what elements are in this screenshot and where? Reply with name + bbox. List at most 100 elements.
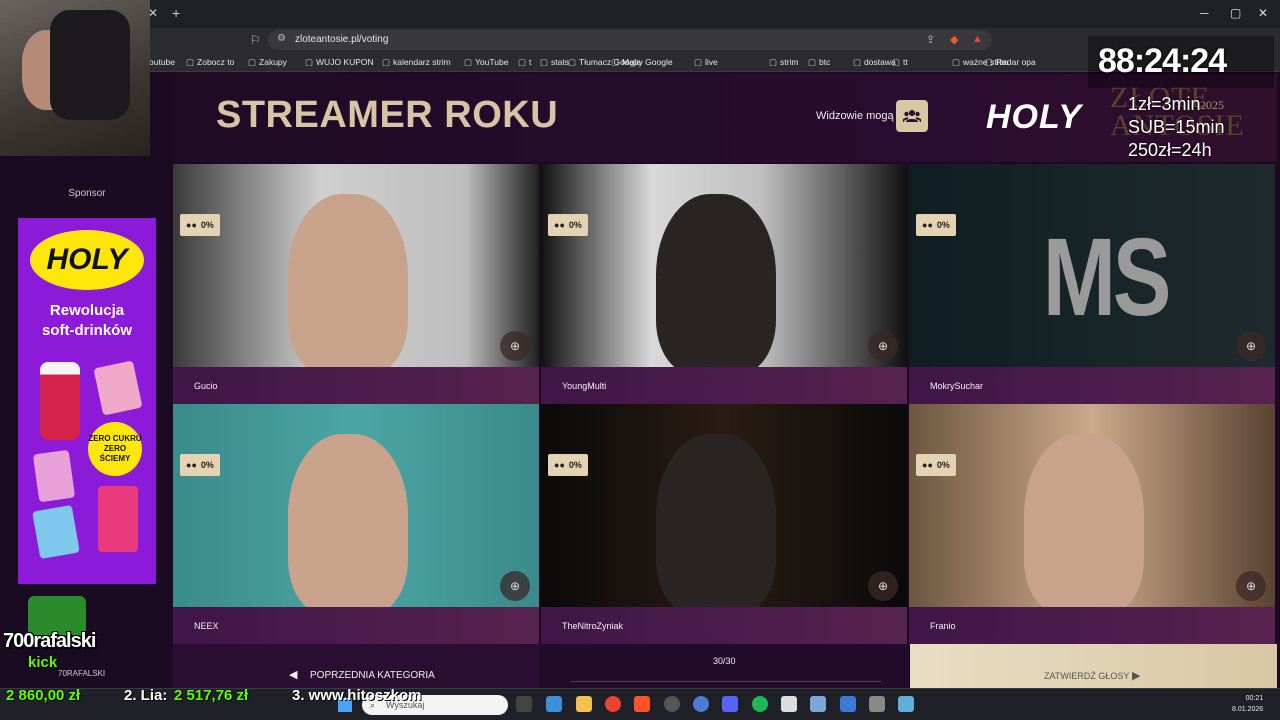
ad-shaker-image xyxy=(40,362,80,440)
bookmark-page-icon[interactable]: ⚐ xyxy=(250,33,261,47)
group-icon: ●● xyxy=(554,460,565,470)
app-icon[interactable] xyxy=(898,696,914,712)
close-window-button[interactable]: ✕ xyxy=(1258,6,1268,20)
bookmark-label: stats xyxy=(551,57,569,67)
bookmark-item[interactable]: outube xyxy=(146,57,175,67)
candidate-figure xyxy=(1024,434,1144,614)
candidate-card[interactable]: ●● 0% ⊕ NEEX xyxy=(173,404,539,644)
url-text: zloteantosie.pl/voting xyxy=(295,34,389,45)
bookmark-item[interactable]: ▢ live xyxy=(694,57,718,68)
bookmark-item[interactable]: ▢ YouTube xyxy=(464,57,508,68)
arrow-right-icon: ▶ xyxy=(1132,670,1141,682)
candidate-name-bar: Gucio xyxy=(173,367,539,404)
candidate-card[interactable]: ●● 0% ⊕ Gucio xyxy=(173,164,539,404)
submit-votes-label: ZATWIERDŹ GŁOSY xyxy=(1044,671,1130,681)
bookmark-folder-icon: ▢ xyxy=(853,57,862,67)
bookmark-label: strim xyxy=(780,57,799,67)
vote-percent-badge: ●● 0% xyxy=(180,214,220,236)
bookmark-item[interactable]: ▢ tt xyxy=(892,57,908,68)
bookmark-item[interactable]: ▢ stats xyxy=(540,57,569,68)
bookmark-label: dostawa xyxy=(864,57,896,67)
app-icon[interactable] xyxy=(869,696,885,712)
bookmark-folder-icon: ▢ xyxy=(808,57,817,67)
obs-app-icon[interactable] xyxy=(664,696,680,712)
viewers-button[interactable] xyxy=(896,100,928,132)
bookmark-label: kalendarz strim xyxy=(393,57,451,67)
bookmark-label: WUJO KUPON xyxy=(316,57,374,67)
candidate-name: MokrySuchar xyxy=(930,381,984,391)
candidate-figure xyxy=(656,434,776,614)
spotify-app-icon[interactable] xyxy=(752,696,768,712)
brave-shield-icon[interactable]: ◆ xyxy=(950,33,958,46)
candidate-card[interactable]: ●● 0% ⊕ TheNitroZyniak xyxy=(541,404,907,644)
group-icon: ●● xyxy=(554,220,565,230)
bookmark-item[interactable]: ▢ WUJO KUPON xyxy=(305,57,374,68)
bookmark-item[interactable]: ▢ dostawa xyxy=(853,57,896,68)
candidate-figure xyxy=(288,434,408,614)
sub-rate-line: SUB=15min xyxy=(1128,117,1225,137)
site-settings-icon[interactable]: ⚙ xyxy=(277,33,286,44)
submit-votes-button[interactable]: ZATWIERDŹ GŁOSY ▶ xyxy=(910,644,1277,688)
app-icon[interactable] xyxy=(693,696,709,712)
bookmark-folder-icon: ▢ xyxy=(985,57,994,67)
folder-app-icon[interactable] xyxy=(576,696,592,712)
sub-rate-line: 1zł=3min xyxy=(1128,94,1201,114)
candidate-card[interactable]: ●● 0% ⊕ YoungMulti xyxy=(541,164,907,404)
bookmark-label: Zakupy xyxy=(259,57,287,67)
bookmark-item[interactable]: ▢ Mapy Google xyxy=(611,57,673,68)
address-bar[interactable]: ⚙ zloteantosie.pl/voting ⇪ ◆ ▲ xyxy=(268,30,992,50)
bookmark-folder-icon: ▢ xyxy=(464,57,473,67)
candidate-name: Gucio xyxy=(194,381,218,391)
subathon-timer: 88:24:24 xyxy=(1098,42,1227,80)
kick-channel-name: 700rafalski xyxy=(3,630,96,652)
group-icon: ●● xyxy=(186,220,197,230)
clock-date: 8.01.2026 xyxy=(1232,706,1264,713)
share-icon[interactable]: ⇪ xyxy=(926,33,935,46)
explorer-app-icon[interactable] xyxy=(546,696,562,712)
maximize-button[interactable]: ▢ xyxy=(1230,6,1241,20)
zoom-in-icon[interactable]: ⊕ xyxy=(500,571,530,601)
brave-app-icon[interactable] xyxy=(634,696,650,712)
candidate-card[interactable]: MS ●● 0% ⊕ MokrySuchar xyxy=(909,164,1275,404)
bookmark-folder-icon: ▢ xyxy=(892,57,901,67)
zoom-in-icon[interactable]: ⊕ xyxy=(500,331,530,361)
vote-percent: 0% xyxy=(936,460,950,470)
bookmark-folder-icon: ▢ xyxy=(952,57,961,67)
bookmark-item[interactable]: ▢ btc xyxy=(808,57,830,68)
zoom-in-icon[interactable]: ⊕ xyxy=(868,331,898,361)
system-clock[interactable]: 00:21 8.01.2026 xyxy=(1232,693,1263,715)
vote-percent: 0% xyxy=(200,220,214,230)
chrome-app-icon[interactable] xyxy=(605,696,621,712)
bookmark-item[interactable]: ▢ Radar opa xyxy=(985,57,1036,68)
candidate-photo xyxy=(541,404,907,614)
discord-app-icon[interactable] xyxy=(722,696,738,712)
minimize-button[interactable]: ─ xyxy=(1200,6,1209,20)
app-icon[interactable] xyxy=(840,696,856,712)
candidate-card[interactable]: ●● 0% ⊕ Franio xyxy=(909,404,1275,644)
bookmark-label: btc xyxy=(819,57,831,67)
zoom-in-icon[interactable]: ⊕ xyxy=(868,571,898,601)
brave-rewards-icon[interactable]: ▲ xyxy=(972,33,983,45)
bookmark-item[interactable]: ▢ strim xyxy=(769,57,798,68)
kick-logo: kick xyxy=(28,654,58,671)
bookmark-item[interactable]: ▢ t xyxy=(518,57,531,68)
bookmark-item[interactable]: ▢ Zobocz to xyxy=(186,57,234,68)
page-title: STREAMER ROKU xyxy=(216,94,559,136)
bookmark-item[interactable]: ▢ kalendarz strim xyxy=(382,57,451,68)
candidate-name-bar: TheNitroZyniak xyxy=(541,607,907,644)
candidate-photo xyxy=(173,404,539,614)
vote-percent: 0% xyxy=(200,460,214,470)
bookmark-label: YouTube xyxy=(475,57,509,67)
app-icon[interactable] xyxy=(781,696,797,712)
zoom-in-icon[interactable]: ⊕ xyxy=(1236,571,1266,601)
vote-percent-badge: ●● 0% xyxy=(548,454,588,476)
new-tab-button[interactable]: + xyxy=(172,5,180,21)
candidate-figure xyxy=(656,194,776,374)
calculator-app-icon[interactable] xyxy=(810,696,826,712)
zoom-in-icon[interactable]: ⊕ xyxy=(1236,331,1266,361)
task-view-icon[interactable] xyxy=(516,696,532,712)
kick-handle: 70RAFALSKI xyxy=(58,669,106,678)
bookmark-item[interactable]: ▢ Zakupy xyxy=(248,57,287,68)
ad-pack-image xyxy=(98,486,138,552)
previous-category-button[interactable]: ◀ POPRZEDNIA KATEGORIA xyxy=(173,644,540,688)
